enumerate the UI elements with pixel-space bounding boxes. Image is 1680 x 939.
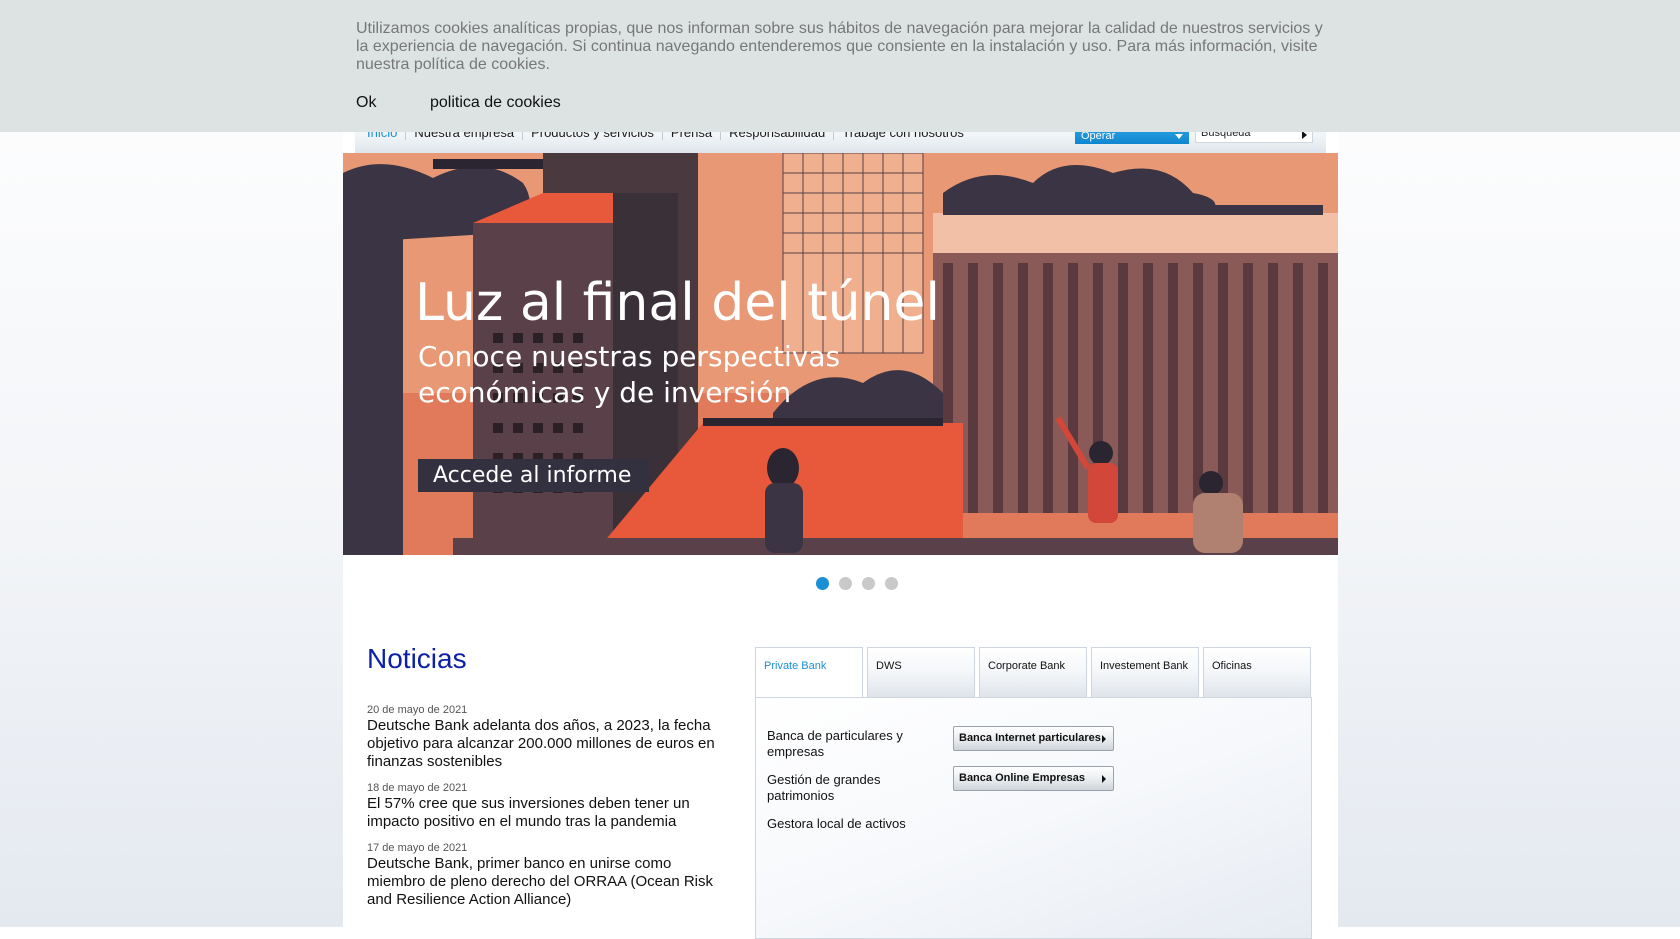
arrow-right-icon	[1102, 775, 1106, 783]
link-banca-particulares[interactable]: Banca de particulares y empresas	[767, 728, 917, 760]
carousel-dot-3[interactable]	[862, 577, 875, 590]
cookie-banner: Utilizamos cookies analíticas propias, q…	[0, 0, 1680, 132]
news-headline-link[interactable]: Deutsche Bank, primer banco en unirse co…	[367, 855, 727, 909]
news-headline-link[interactable]: Deutsche Bank adelanta dos años, a 2023,…	[367, 717, 727, 771]
tab-investment-bank[interactable]: Investement Bank	[1091, 647, 1199, 697]
tab-private-bank[interactable]: Private Bank	[755, 647, 863, 698]
news-headline-link[interactable]: El 57% cree que sus inversiones deben te…	[367, 795, 727, 831]
search-go-icon[interactable]	[1302, 131, 1307, 139]
news-item: 18 de mayo de 2021 El 57% cree que sus i…	[367, 781, 727, 831]
link-gestora-activos[interactable]: Gestora local de activos	[767, 816, 957, 832]
hero-banner[interactable]: Luz al final del túnel Conoce nuestras p…	[343, 153, 1338, 555]
carousel-dot-2[interactable]	[839, 577, 852, 590]
cookie-ok-button[interactable]: Ok	[356, 94, 376, 112]
tab-corporate-bank[interactable]: Corporate Bank	[979, 647, 1087, 697]
page-container: Inicio Nuestra empresa Productos y servi…	[343, 0, 1338, 939]
banca-online-empresas-button[interactable]: Banca Online Empresas	[953, 766, 1114, 791]
cookie-policy-link[interactable]: politica de cookies	[430, 94, 561, 112]
carousel-dot-4[interactable]	[885, 577, 898, 590]
carousel-dot-1[interactable]	[816, 577, 829, 590]
news-date: 20 de mayo de 2021	[367, 704, 468, 716]
button-label: Banca Online Empresas	[959, 772, 1085, 784]
carousel-dots	[816, 577, 898, 590]
hero-title: Luz al final del túnel	[415, 273, 940, 333]
news-title: Noticias	[367, 643, 467, 674]
news-list: 20 de mayo de 2021 Deutsche Bank adelant…	[367, 703, 727, 919]
button-label: Banca Internet particulares	[959, 732, 1101, 744]
tab-dws[interactable]: DWS	[867, 647, 975, 697]
tab-oficinas[interactable]: Oficinas	[1203, 647, 1311, 697]
news-item: 17 de mayo de 2021 Deutsche Bank, primer…	[367, 841, 727, 909]
arrow-right-icon	[1102, 735, 1106, 743]
news-item: 20 de mayo de 2021 Deutsche Bank adelant…	[367, 703, 727, 771]
hero-cta-button[interactable]: Accede al informe	[418, 459, 649, 492]
cookie-message: Utilizamos cookies analíticas propias, q…	[356, 20, 1323, 73]
banca-internet-particulares-button[interactable]: Banca Internet particulares	[953, 726, 1114, 751]
tab-panel: Banca de particulares y empresas Gestión…	[755, 697, 1312, 939]
division-tabs: Private Bank DWS Corporate Bank Investem…	[755, 647, 1315, 698]
hero-subtitle: Conoce nuestras perspectivas económicas …	[418, 340, 841, 409]
chevron-down-icon	[1175, 134, 1183, 139]
link-gestion-patrimonios[interactable]: Gestión de grandes patrimonios	[767, 772, 917, 804]
news-date: 18 de mayo de 2021	[367, 782, 468, 794]
news-date: 17 de mayo de 2021	[367, 842, 468, 854]
